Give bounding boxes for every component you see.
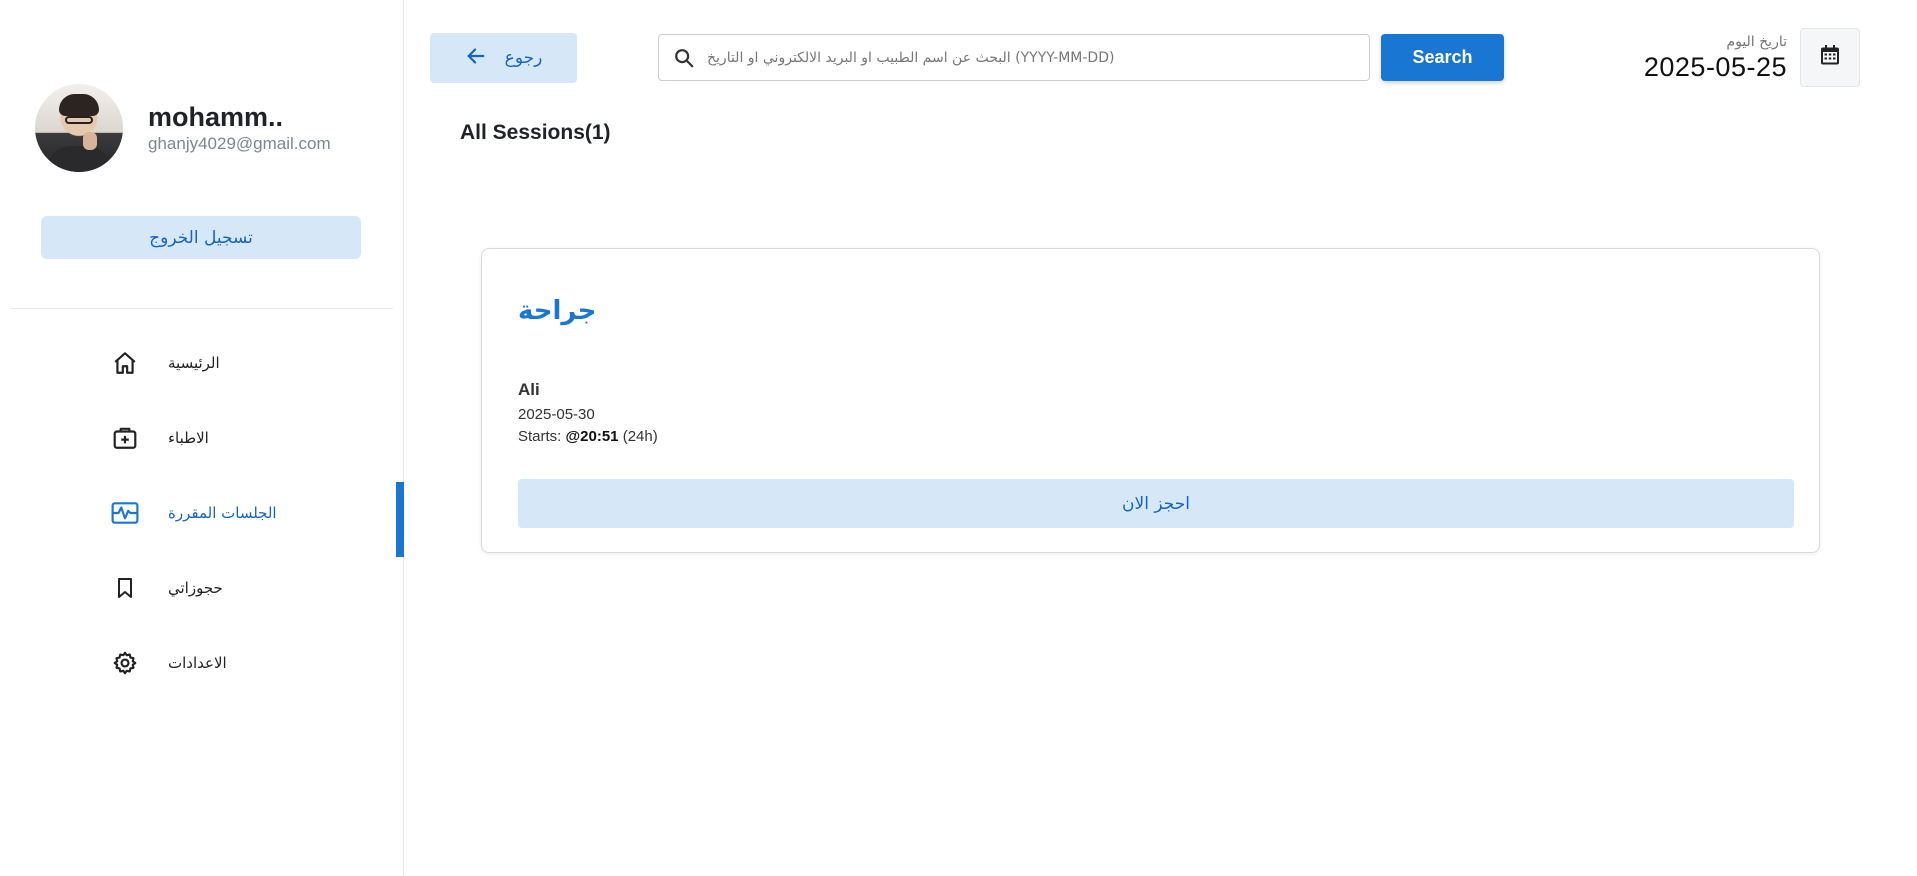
- logout-button[interactable]: تسجيل الخروج: [41, 216, 361, 259]
- sidebar-item-label: حجوزاتي: [168, 578, 223, 597]
- bookmark-icon: [110, 573, 140, 603]
- today-date: تاريخ اليوم 2025-05-25: [1644, 34, 1787, 83]
- session-date: 2025-05-30: [518, 406, 595, 423]
- page-title: All Sessions(1): [460, 121, 611, 144]
- user-email: ghanjy4029@gmail.com: [148, 134, 331, 153]
- sidebar-item-label: الاعدادات: [168, 653, 227, 672]
- sidebar-divider: [10, 308, 393, 309]
- starts-prefix: Starts:: [518, 428, 562, 445]
- sidebar-item-my-bookings[interactable]: حجوزاتي: [0, 550, 404, 625]
- session-title: جراحة: [518, 296, 597, 326]
- arrow-left-icon: [465, 45, 487, 72]
- home-icon: [110, 348, 140, 378]
- sidebar-item-doctors[interactable]: الاطباء: [0, 400, 404, 475]
- sidebar-item-scheduled-sessions[interactable]: الجلسات المقررة: [0, 475, 404, 557]
- back-button[interactable]: رجوع: [430, 33, 577, 83]
- calendar-icon: [1818, 43, 1842, 72]
- session-card: جراحة Ali 2025-05-30 Starts: @20:51 (24h…: [481, 248, 1820, 553]
- starts-time: @20:51: [565, 428, 619, 445]
- search-box: [658, 34, 1370, 81]
- sidebar-item-home[interactable]: الرئيسية: [0, 325, 404, 400]
- user-profile: mohamm.. ghanjy4029@gmail.com: [35, 84, 331, 172]
- calendar-button[interactable]: [1800, 28, 1860, 87]
- today-date-label: تاريخ اليوم: [1726, 34, 1787, 50]
- sidebar-item-settings[interactable]: الاعدادات: [0, 625, 404, 700]
- starts-suffix: (24h): [622, 428, 658, 445]
- book-now-button[interactable]: احجز الان: [518, 479, 1794, 528]
- today-date-value: 2025-05-25: [1643, 52, 1787, 82]
- sidebar-item-label: الجلسات المقررة: [168, 503, 277, 522]
- session-start-time: Starts: @20:51 (24h): [518, 428, 658, 445]
- sidebar: mohamm.. ghanjy4029@gmail.com تسجيل الخر…: [0, 0, 404, 876]
- search-input[interactable]: [707, 37, 1369, 78]
- back-button-label: رجوع: [504, 48, 543, 68]
- medical-bag-icon: [110, 423, 140, 453]
- avatar: [35, 84, 123, 172]
- active-indicator: [396, 482, 404, 557]
- sidebar-item-label: الاطباء: [168, 428, 209, 447]
- gear-icon: [110, 648, 140, 678]
- session-doctor: Ali: [518, 380, 540, 399]
- sidebar-nav: الرئيسية الاطباء الجلسات المقررة حجوزاتي: [0, 325, 404, 700]
- sessions-icon: [110, 498, 140, 528]
- user-name: mohamm..: [148, 102, 284, 132]
- search-button[interactable]: Search: [1381, 34, 1504, 81]
- sidebar-item-label: الرئيسية: [168, 353, 220, 372]
- search-icon: [673, 46, 697, 70]
